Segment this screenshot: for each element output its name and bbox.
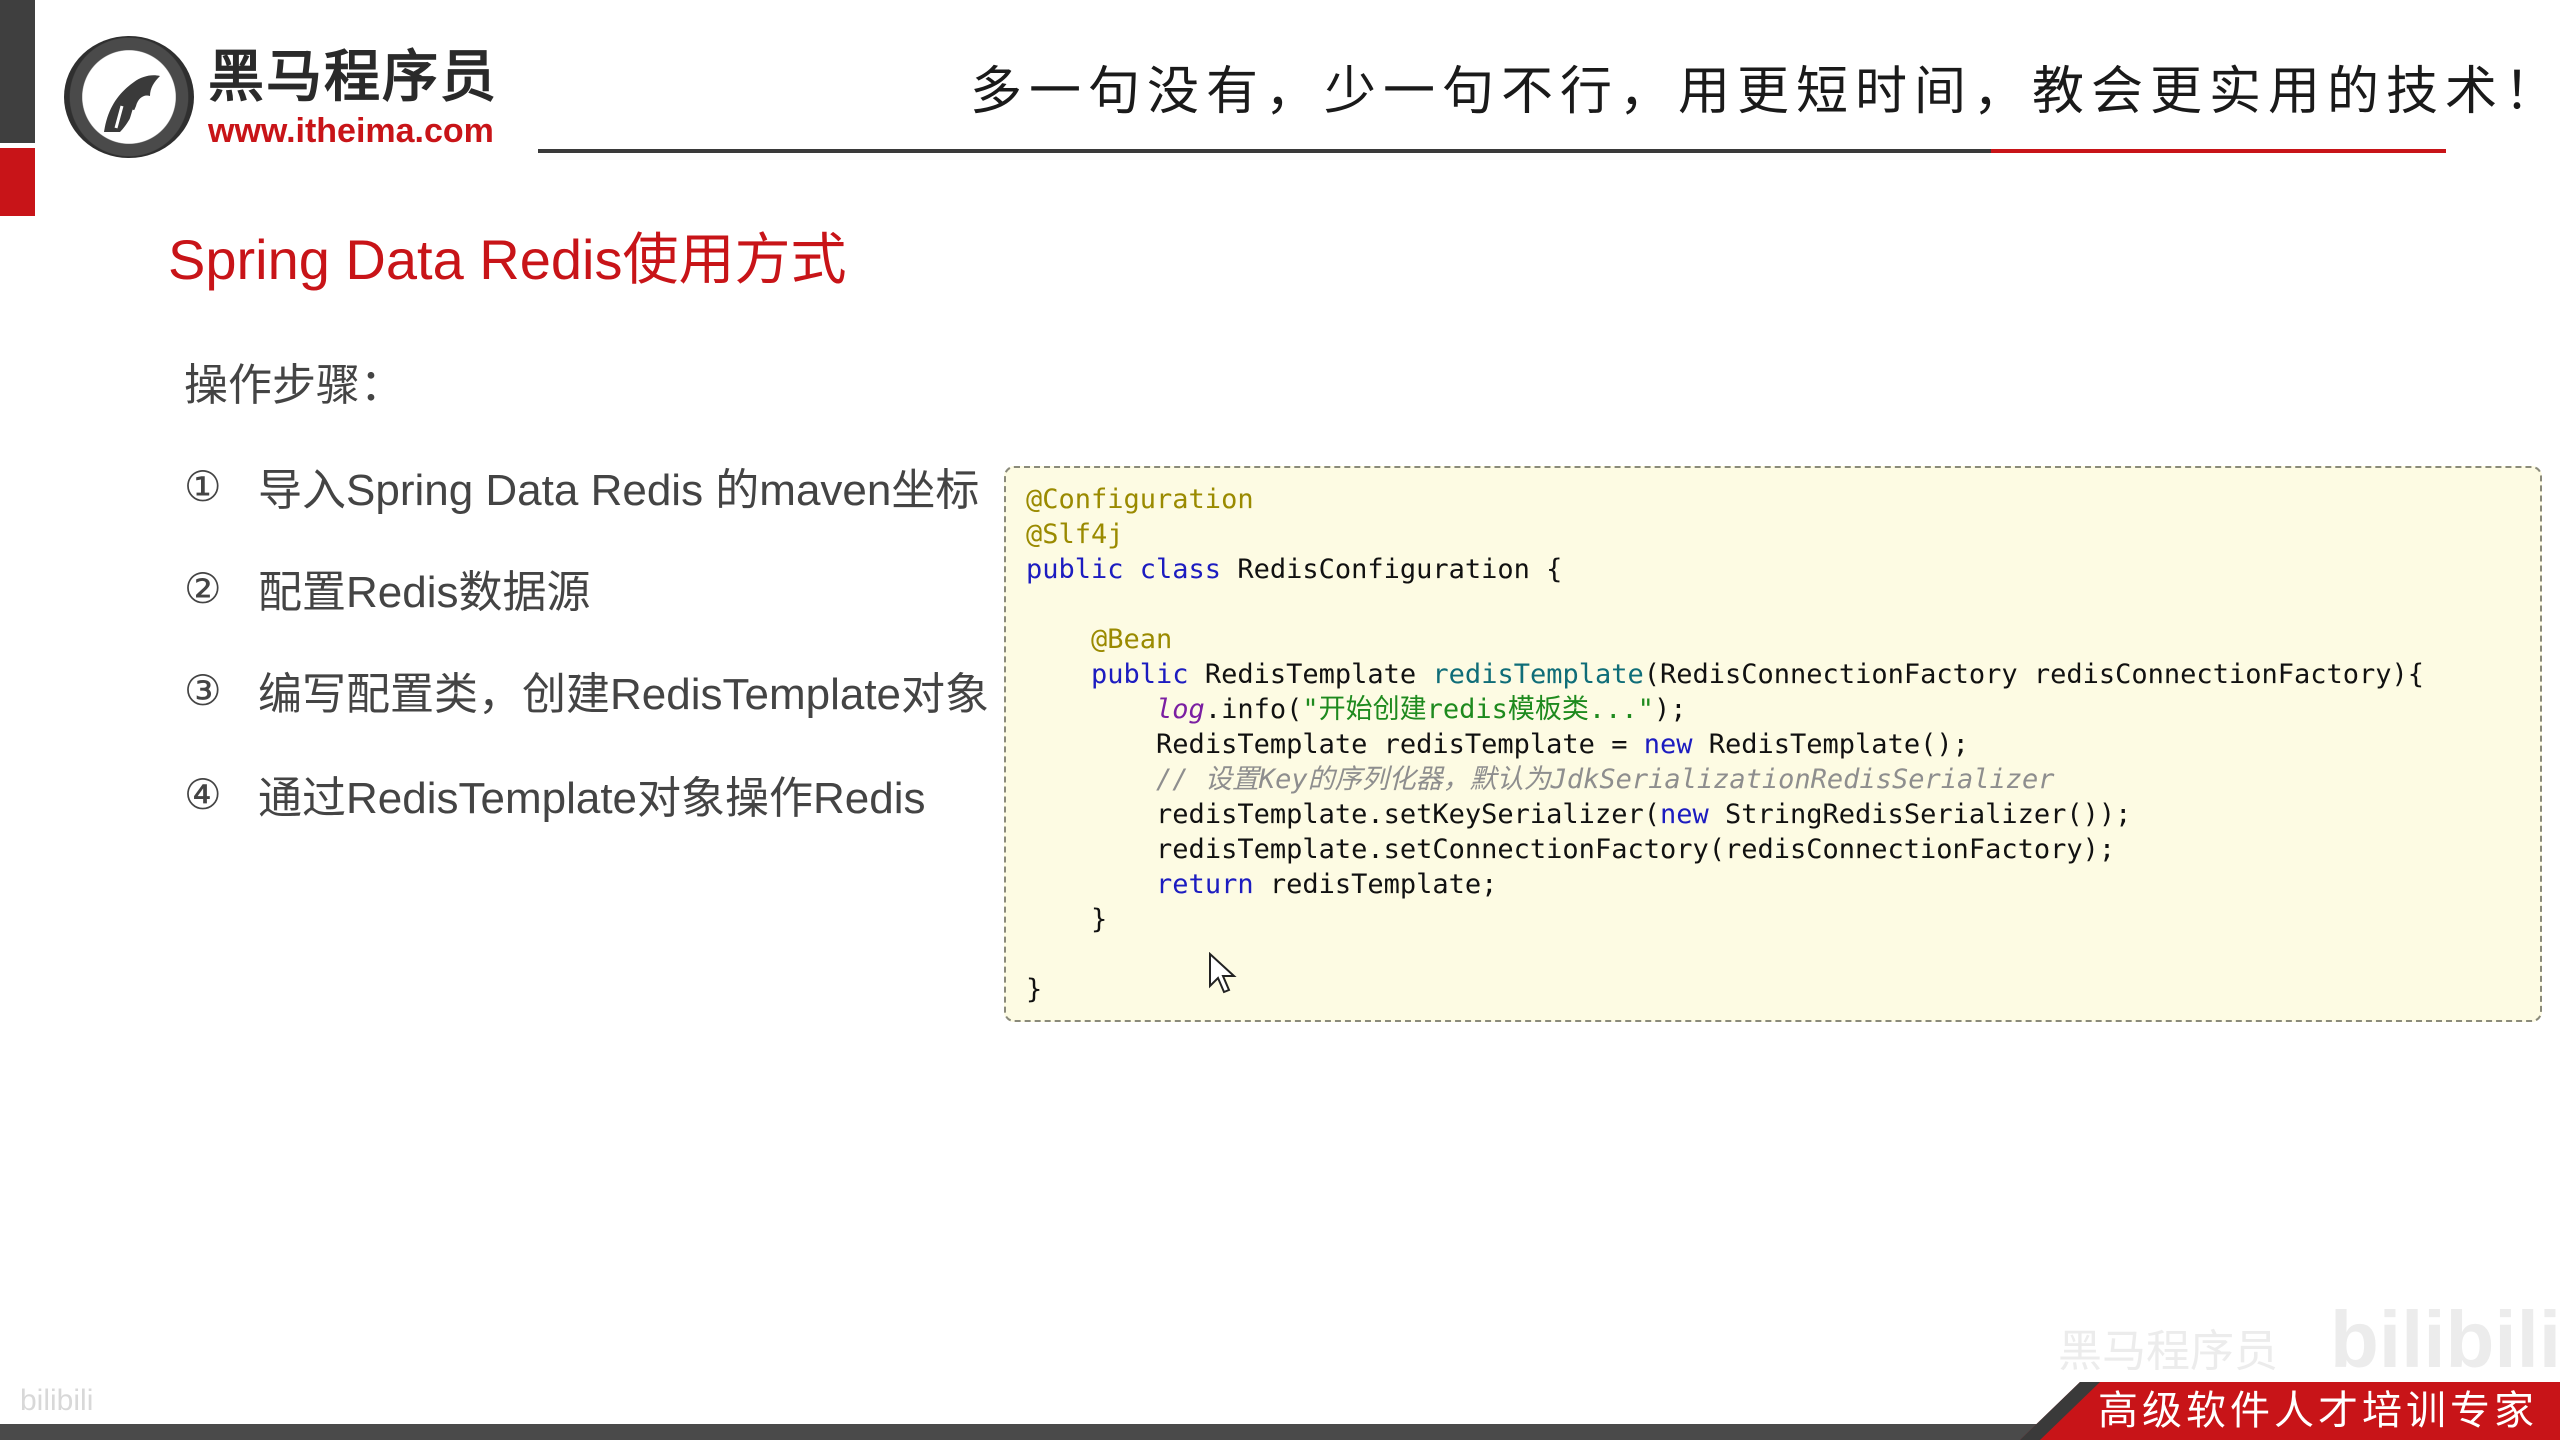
step-number: ③: [184, 665, 222, 715]
code-text: StringRedisSerializer());: [1708, 799, 2132, 830]
step-text: 通过RedisTemplate对象操作Redis: [258, 774, 926, 823]
code-text: redisTemplate.setKeySerializer(: [1156, 799, 1660, 830]
step-text: 导入Spring Data Redis 的maven坐标: [258, 466, 980, 515]
bilibili-corner-watermark: bilibili: [20, 1384, 94, 1417]
brand-name: 黑马程序员: [208, 45, 498, 110]
step-number: ①: [184, 461, 222, 511]
code-text: }: [1091, 904, 1108, 935]
left-accent-bar-gray: [0, 0, 35, 143]
code-text: RedisTemplate();: [1692, 729, 1969, 760]
left-accent-bar-red: [0, 148, 35, 216]
step-item: ③ 编写配置类，创建RedisTemplate对象: [184, 660, 989, 720]
code-annotation: @Bean: [1091, 624, 1173, 655]
footer-tagline: 高级软件人才培训专家: [2098, 1388, 2538, 1434]
header-slogan: 多一句没有，少一句不行，用更短时间，教会更实用的技术！: [970, 62, 2560, 122]
code-keyword: return: [1156, 869, 1254, 900]
code-log-field: log: [1156, 694, 1205, 725]
code-text: RedisTemplate redisTemplate =: [1156, 729, 1644, 760]
code-text: .info(: [1204, 694, 1303, 725]
code-annotation: @Slf4j: [1026, 519, 1124, 550]
code-keyword: public class: [1026, 554, 1222, 585]
code-text: RedisTemplate: [1188, 659, 1433, 690]
code-text: RedisConfiguration {: [1221, 554, 1563, 585]
code-keyword: public: [1091, 659, 1189, 690]
brand-url: www.itheima.com: [208, 112, 494, 150]
step-item: ① 导入Spring Data Redis 的maven坐标: [184, 456, 979, 516]
step-item: ④ 通过RedisTemplate对象操作Redis: [184, 764, 926, 824]
slide-title: Spring Data Redis使用方式: [168, 228, 847, 291]
code-snippet: @Configuration @Slf4j public class Redis…: [1026, 482, 2424, 1007]
code-comment: // 设置Key的序列化器，默认为JdkSerializationRedisSe…: [1156, 764, 2055, 795]
steps-heading: 操作步骤：: [184, 360, 404, 411]
mouse-pointer-icon: [1209, 952, 1237, 994]
code-keyword: new: [1643, 729, 1693, 760]
code-text: );: [1653, 694, 1687, 725]
code-snippet-box: @Configuration @Slf4j public class Redis…: [1004, 466, 2542, 1022]
step-text: 配置Redis数据源: [258, 568, 591, 617]
code-string: "开始创建redis模板类...": [1302, 694, 1654, 725]
step-number: ④: [184, 769, 222, 819]
header-divider-red: [1991, 149, 2446, 153]
header-divider-dark: [538, 149, 1991, 153]
code-keyword: new: [1659, 799, 1709, 830]
code-method-name: redisTemplate: [1432, 659, 1644, 690]
brand-horse-logo-icon: [64, 36, 194, 158]
code-annotation: @Configuration: [1026, 484, 1254, 515]
step-text: 编写配置类，创建RedisTemplate对象: [258, 670, 990, 719]
watermark-text: 黑马程序员: [2058, 1326, 2278, 1377]
code-text: redisTemplate;: [1253, 869, 1498, 900]
footer-tagline-banner: 高级软件人才培训专家: [2020, 1382, 2560, 1440]
code-text: }: [1026, 974, 1043, 1005]
step-item: ② 配置Redis数据源: [184, 558, 591, 618]
code-text: (RedisConnectionFactory redisConnectionF…: [1643, 659, 2425, 690]
bilibili-watermark-logo: bilibili: [2330, 1295, 2560, 1384]
code-text: redisTemplate.setConnectionFactory(redis…: [1156, 834, 2116, 865]
step-number: ②: [184, 563, 222, 613]
